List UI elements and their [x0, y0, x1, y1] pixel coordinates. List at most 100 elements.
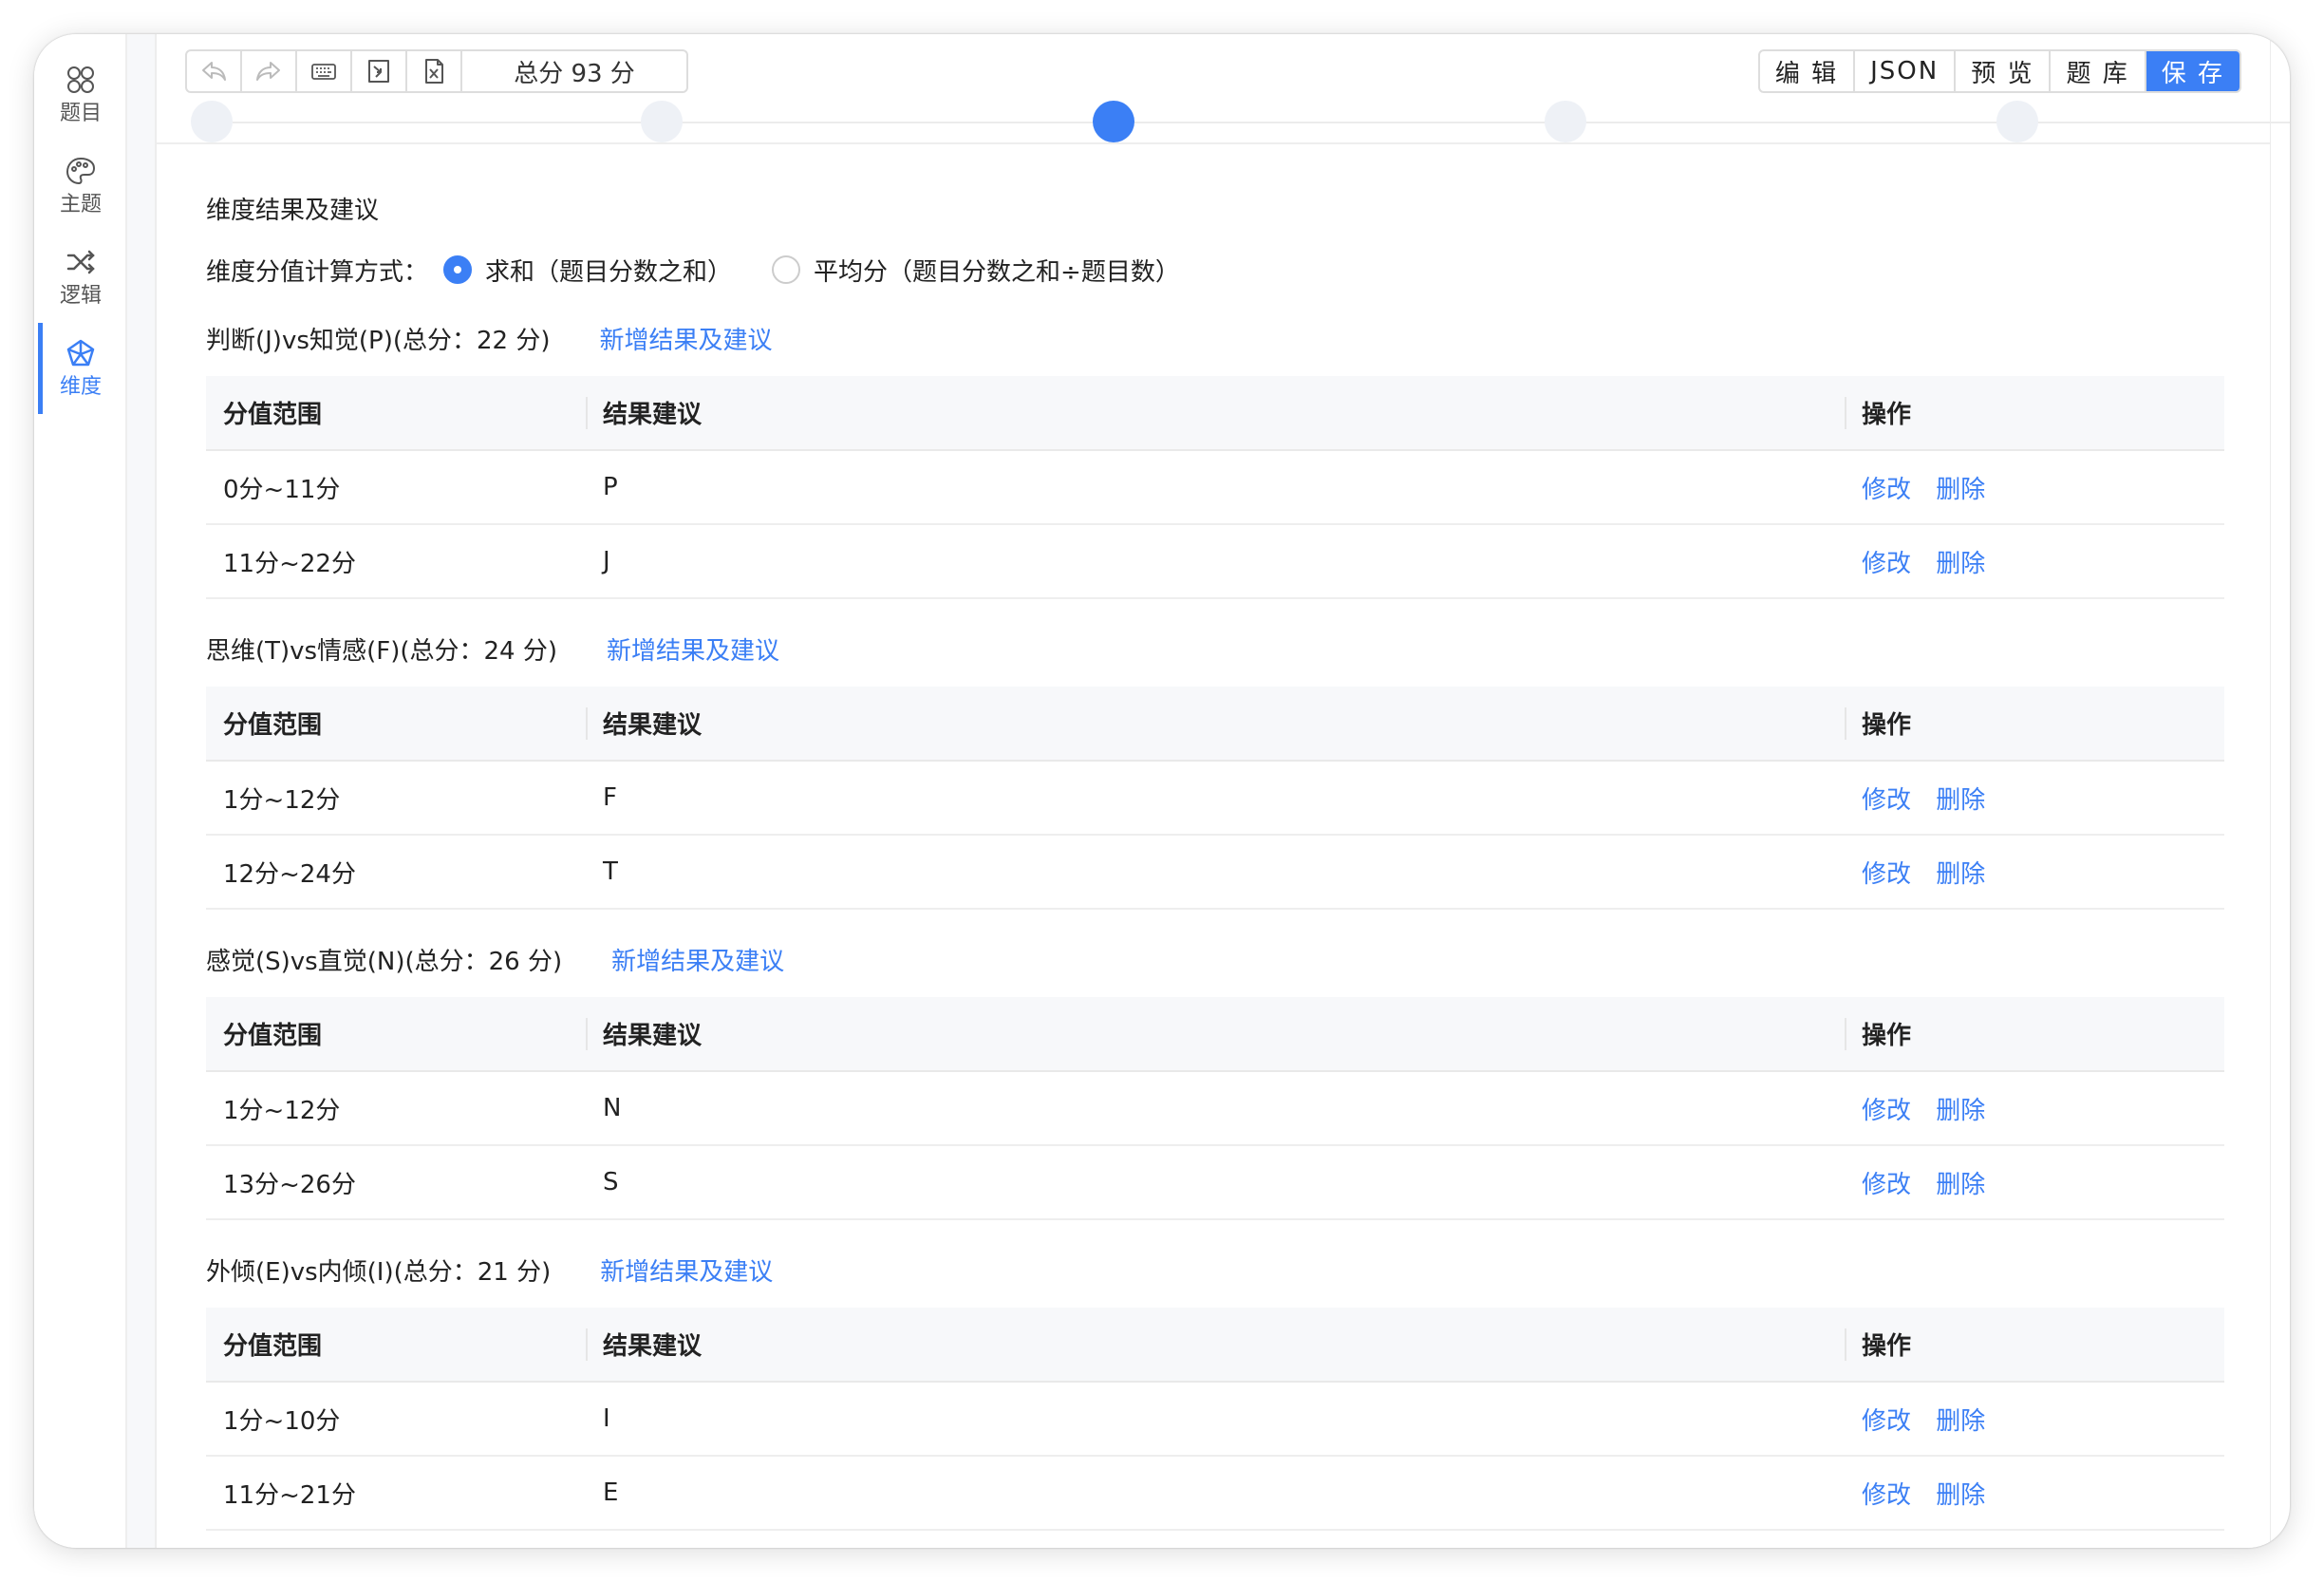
header-range: 分值范围 [206, 1308, 586, 1383]
header-ops: 操作 [1845, 997, 2224, 1072]
delete-link[interactable]: 删除 [1936, 860, 1985, 889]
question-bank-button[interactable]: 题 库 [2051, 51, 2146, 91]
header-advice: 结果建议 [586, 687, 1845, 762]
radio-average[interactable] [772, 255, 801, 284]
sidebar-item-label: 主题 [59, 193, 102, 217]
add-result-link[interactable]: 新增结果及建议 [600, 1252, 773, 1288]
step-4[interactable] [1545, 101, 1586, 142]
dimension-title: 外倾(E)vs内倾(I)(总分：21 分) [206, 1257, 552, 1287]
header-advice: 结果建议 [586, 1308, 1845, 1383]
table-header-row: 分值范围 结果建议 操作 [206, 1308, 2224, 1383]
result-table: 分值范围 结果建议 操作 1分~10分 I 修改 删除 11分~21分 E 修改… [206, 1308, 2224, 1531]
delete-link[interactable]: 删除 [1936, 1171, 1985, 1199]
json-button[interactable]: JSON [1855, 51, 1957, 91]
radio-sum-label[interactable]: 求和（题目分数之和） [485, 253, 732, 288]
cell-ops: 修改 删除 [1845, 835, 2224, 910]
table-row: 13分~26分 S 修改 删除 [206, 1145, 2224, 1220]
sidebar-item-label: 维度 [59, 375, 102, 399]
topbar: 总分 93 分 编 辑 JSON 预 览 题 库 保 存 [157, 34, 2290, 144]
sidebar: 题目 主题 逻辑 维度 [34, 34, 127, 1548]
save-button[interactable]: 保 存 [2146, 51, 2240, 91]
calc-method-label: 维度分值计算方式： [206, 257, 429, 287]
keyboard-button[interactable] [297, 51, 352, 91]
cell-advice: T [586, 835, 1845, 910]
edit-link[interactable]: 修改 [1862, 1481, 1911, 1510]
delete-link[interactable]: 删除 [1936, 476, 1985, 504]
cell-range: 12分~24分 [206, 835, 586, 910]
dimension-block: 思维(T)vs情感(F)(总分：24 分) 新增结果及建议 分值范围 结果建议 … [206, 628, 2224, 910]
edit-link[interactable]: 修改 [1862, 1407, 1911, 1436]
table-header-row: 分值范围 结果建议 操作 [206, 687, 2224, 762]
add-result-link[interactable]: 新增结果及建议 [600, 321, 773, 356]
delete-link[interactable]: 删除 [1936, 1481, 1985, 1510]
cell-ops: 修改 删除 [1845, 1456, 2224, 1531]
edit-link[interactable]: 修改 [1862, 550, 1911, 578]
add-result-link[interactable]: 新增结果及建议 [611, 942, 784, 977]
grid-icon [67, 66, 94, 93]
dimension-title: 思维(T)vs情感(F)(总分：24 分) [206, 636, 557, 666]
dimension-header: 外倾(E)vs内倾(I)(总分：21 分) 新增结果及建议 [206, 1249, 2224, 1290]
step-2[interactable] [641, 101, 683, 142]
edit-toolbar: 总分 93 分 [185, 49, 688, 93]
excel-export-button[interactable] [407, 51, 462, 91]
table-row: 11分~22分 J 修改 删除 [206, 524, 2224, 599]
undo-button[interactable] [187, 51, 242, 91]
result-table: 分值范围 结果建议 操作 0分~11分 P 修改 删除 11分~22分 J 修改… [206, 376, 2224, 599]
main-panel: 总分 93 分 编 辑 JSON 预 览 题 库 保 存 维度结果及建议 维度分… [156, 34, 2290, 1548]
sidebar-divider [127, 34, 156, 1548]
cell-ops: 修改 删除 [1845, 1071, 2224, 1146]
radio-average-label[interactable]: 平均分（题目分数之和÷题目数） [814, 253, 1180, 288]
cell-range: 11分~22分 [206, 524, 586, 599]
undo-icon [202, 62, 226, 81]
import-button[interactable] [352, 51, 407, 91]
cell-range: 13分~26分 [206, 1145, 586, 1220]
cell-range: 11分~21分 [206, 1456, 586, 1531]
add-result-link[interactable]: 新增结果及建议 [607, 631, 779, 667]
dimension-header: 思维(T)vs情感(F)(总分：24 分) 新增结果及建议 [206, 628, 2224, 669]
edit-link[interactable]: 修改 [1862, 860, 1911, 889]
sidebar-item-questions[interactable]: 题目 [34, 49, 127, 141]
table-row: 11分~21分 E 修改 删除 [206, 1456, 2224, 1531]
result-table: 分值范围 结果建议 操作 1分~12分 F 修改 删除 12分~24分 T 修改… [206, 687, 2224, 910]
delete-link[interactable]: 删除 [1936, 1097, 1985, 1125]
step-5[interactable] [1996, 101, 2038, 142]
delete-link[interactable]: 删除 [1936, 1407, 1985, 1436]
delete-link[interactable]: 删除 [1936, 550, 1985, 578]
sidebar-item-theme[interactable]: 主题 [34, 141, 127, 232]
sidebar-item-dimension[interactable]: 维度 [34, 323, 127, 414]
redo-icon [256, 62, 280, 81]
header-ops: 操作 [1845, 376, 2224, 451]
keyboard-icon [311, 64, 336, 80]
dimension-header: 感觉(S)vs直觉(N)(总分：26 分) 新增结果及建议 [206, 938, 2224, 980]
total-score: 总分 93 分 [514, 59, 635, 88]
sidebar-item-logic[interactable]: 逻辑 [34, 232, 127, 323]
delete-link[interactable]: 删除 [1936, 786, 1985, 815]
shuffle-icon [66, 250, 95, 274]
redo-button[interactable] [242, 51, 297, 91]
edit-link[interactable]: 修改 [1862, 1171, 1911, 1199]
edit-link[interactable]: 修改 [1862, 476, 1911, 504]
cell-advice: E [586, 1456, 1845, 1531]
preview-button[interactable]: 预 览 [1956, 51, 2052, 91]
cell-advice: N [586, 1071, 1845, 1146]
calc-method-row: 维度分值计算方式： 求和（题目分数之和） 平均分（题目分数之和÷题目数） [206, 251, 2224, 289]
cell-advice: I [586, 1382, 1845, 1457]
header-range: 分值范围 [206, 687, 586, 762]
edit-link[interactable]: 修改 [1862, 786, 1911, 815]
step-3-active[interactable] [1093, 101, 1134, 142]
cell-range: 1分~12分 [206, 1071, 586, 1146]
cell-ops: 修改 删除 [1845, 524, 2224, 599]
sidebar-item-label: 逻辑 [59, 284, 102, 308]
radio-sum[interactable] [443, 255, 473, 284]
edit-button[interactable]: 编 辑 [1760, 51, 1856, 91]
table-row: 1分~10分 I 修改 删除 [206, 1382, 2224, 1457]
header-range: 分值范围 [206, 376, 586, 451]
cell-advice: S [586, 1145, 1845, 1220]
cell-range: 1分~12分 [206, 761, 586, 836]
dimension-header: 判断(J)vs知觉(P)(总分：22 分) 新增结果及建议 [206, 317, 2224, 359]
header-ops: 操作 [1845, 1308, 2224, 1383]
edit-link[interactable]: 修改 [1862, 1097, 1911, 1125]
cell-advice: P [586, 450, 1845, 525]
step-1[interactable] [191, 101, 233, 142]
excel-file-icon [425, 59, 443, 84]
